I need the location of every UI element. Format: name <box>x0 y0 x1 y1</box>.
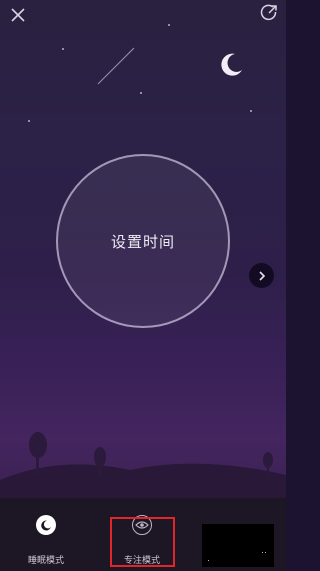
sleep-mode-button[interactable]: 睡眠模式 <box>6 498 86 571</box>
speck <box>208 560 209 561</box>
night-scene: 设置时间 <box>0 0 286 498</box>
star <box>140 92 142 94</box>
next-button[interactable] <box>249 263 274 288</box>
moon-icon <box>221 53 242 76</box>
star <box>62 48 64 50</box>
close-button[interactable] <box>9 6 27 24</box>
hills-landscape <box>0 432 286 498</box>
share-icon <box>260 4 277 21</box>
shooting-star-icon <box>97 47 135 85</box>
chevron-right-icon <box>258 270 265 281</box>
sleep-mode-label: 睡眠模式 <box>27 556 64 566</box>
moon-icon <box>36 515 56 535</box>
speck <box>262 552 263 553</box>
set-time-button[interactable]: 设置时间 <box>56 154 230 328</box>
black-panel <box>202 524 274 567</box>
share-button[interactable] <box>260 4 278 22</box>
set-time-label: 设置时间 <box>110 232 175 251</box>
star <box>28 120 30 122</box>
speck <box>265 552 266 553</box>
star <box>168 24 170 26</box>
star <box>250 110 252 112</box>
focus-mode-highlight <box>110 517 175 567</box>
close-icon <box>11 8 25 22</box>
